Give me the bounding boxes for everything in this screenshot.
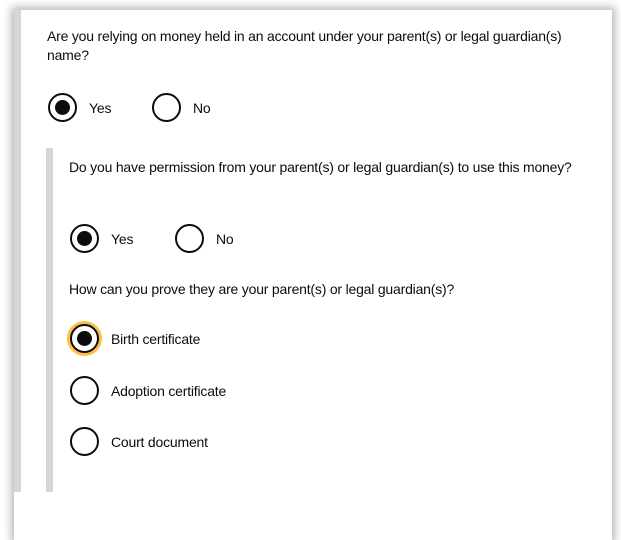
radio-court-document-circle[interactable] bbox=[70, 427, 99, 456]
radio-q2-no-label: No bbox=[216, 230, 234, 247]
conditional-border-inner bbox=[46, 148, 53, 492]
radio-q2-yes-circle[interactable] bbox=[70, 224, 99, 253]
radio-birth-certificate-circle[interactable] bbox=[70, 324, 99, 353]
radio-birth-certificate[interactable]: Birth certificate bbox=[70, 324, 200, 353]
question-proof-of-relationship: How can you prove they are your parent(s… bbox=[69, 281, 455, 297]
radio-q2-no-circle[interactable] bbox=[175, 224, 204, 253]
radio-q1-no-circle[interactable] bbox=[152, 93, 181, 122]
question-relying-on-parent-money: Are you relying on money held in an acco… bbox=[47, 28, 562, 63]
radio-q1-no[interactable]: No bbox=[152, 93, 211, 122]
form-panel bbox=[14, 10, 612, 540]
radio-q1-yes-label: Yes bbox=[89, 99, 112, 116]
radio-court-document-label: Court document bbox=[111, 433, 208, 450]
radio-q1-no-label: No bbox=[193, 99, 211, 116]
radio-q1-yes[interactable]: Yes bbox=[48, 93, 111, 122]
conditional-border-outer bbox=[14, 10, 21, 492]
radio-birth-certificate-label: Birth certificate bbox=[111, 330, 201, 347]
question-parent-permission: Do you have permission from your parent(… bbox=[69, 159, 572, 175]
radio-adoption-certificate-circle[interactable] bbox=[70, 376, 99, 405]
radio-q2-no[interactable]: No bbox=[175, 224, 234, 253]
radio-q1-yes-circle[interactable] bbox=[48, 93, 77, 122]
radio-q2-yes-label: Yes bbox=[111, 230, 134, 247]
radio-adoption-certificate[interactable]: Adoption certificate bbox=[70, 376, 226, 405]
radio-court-document[interactable]: Court document bbox=[70, 427, 208, 456]
radio-adoption-certificate-label: Adoption certificate bbox=[111, 382, 227, 399]
radio-q2-yes[interactable]: Yes bbox=[70, 224, 133, 253]
